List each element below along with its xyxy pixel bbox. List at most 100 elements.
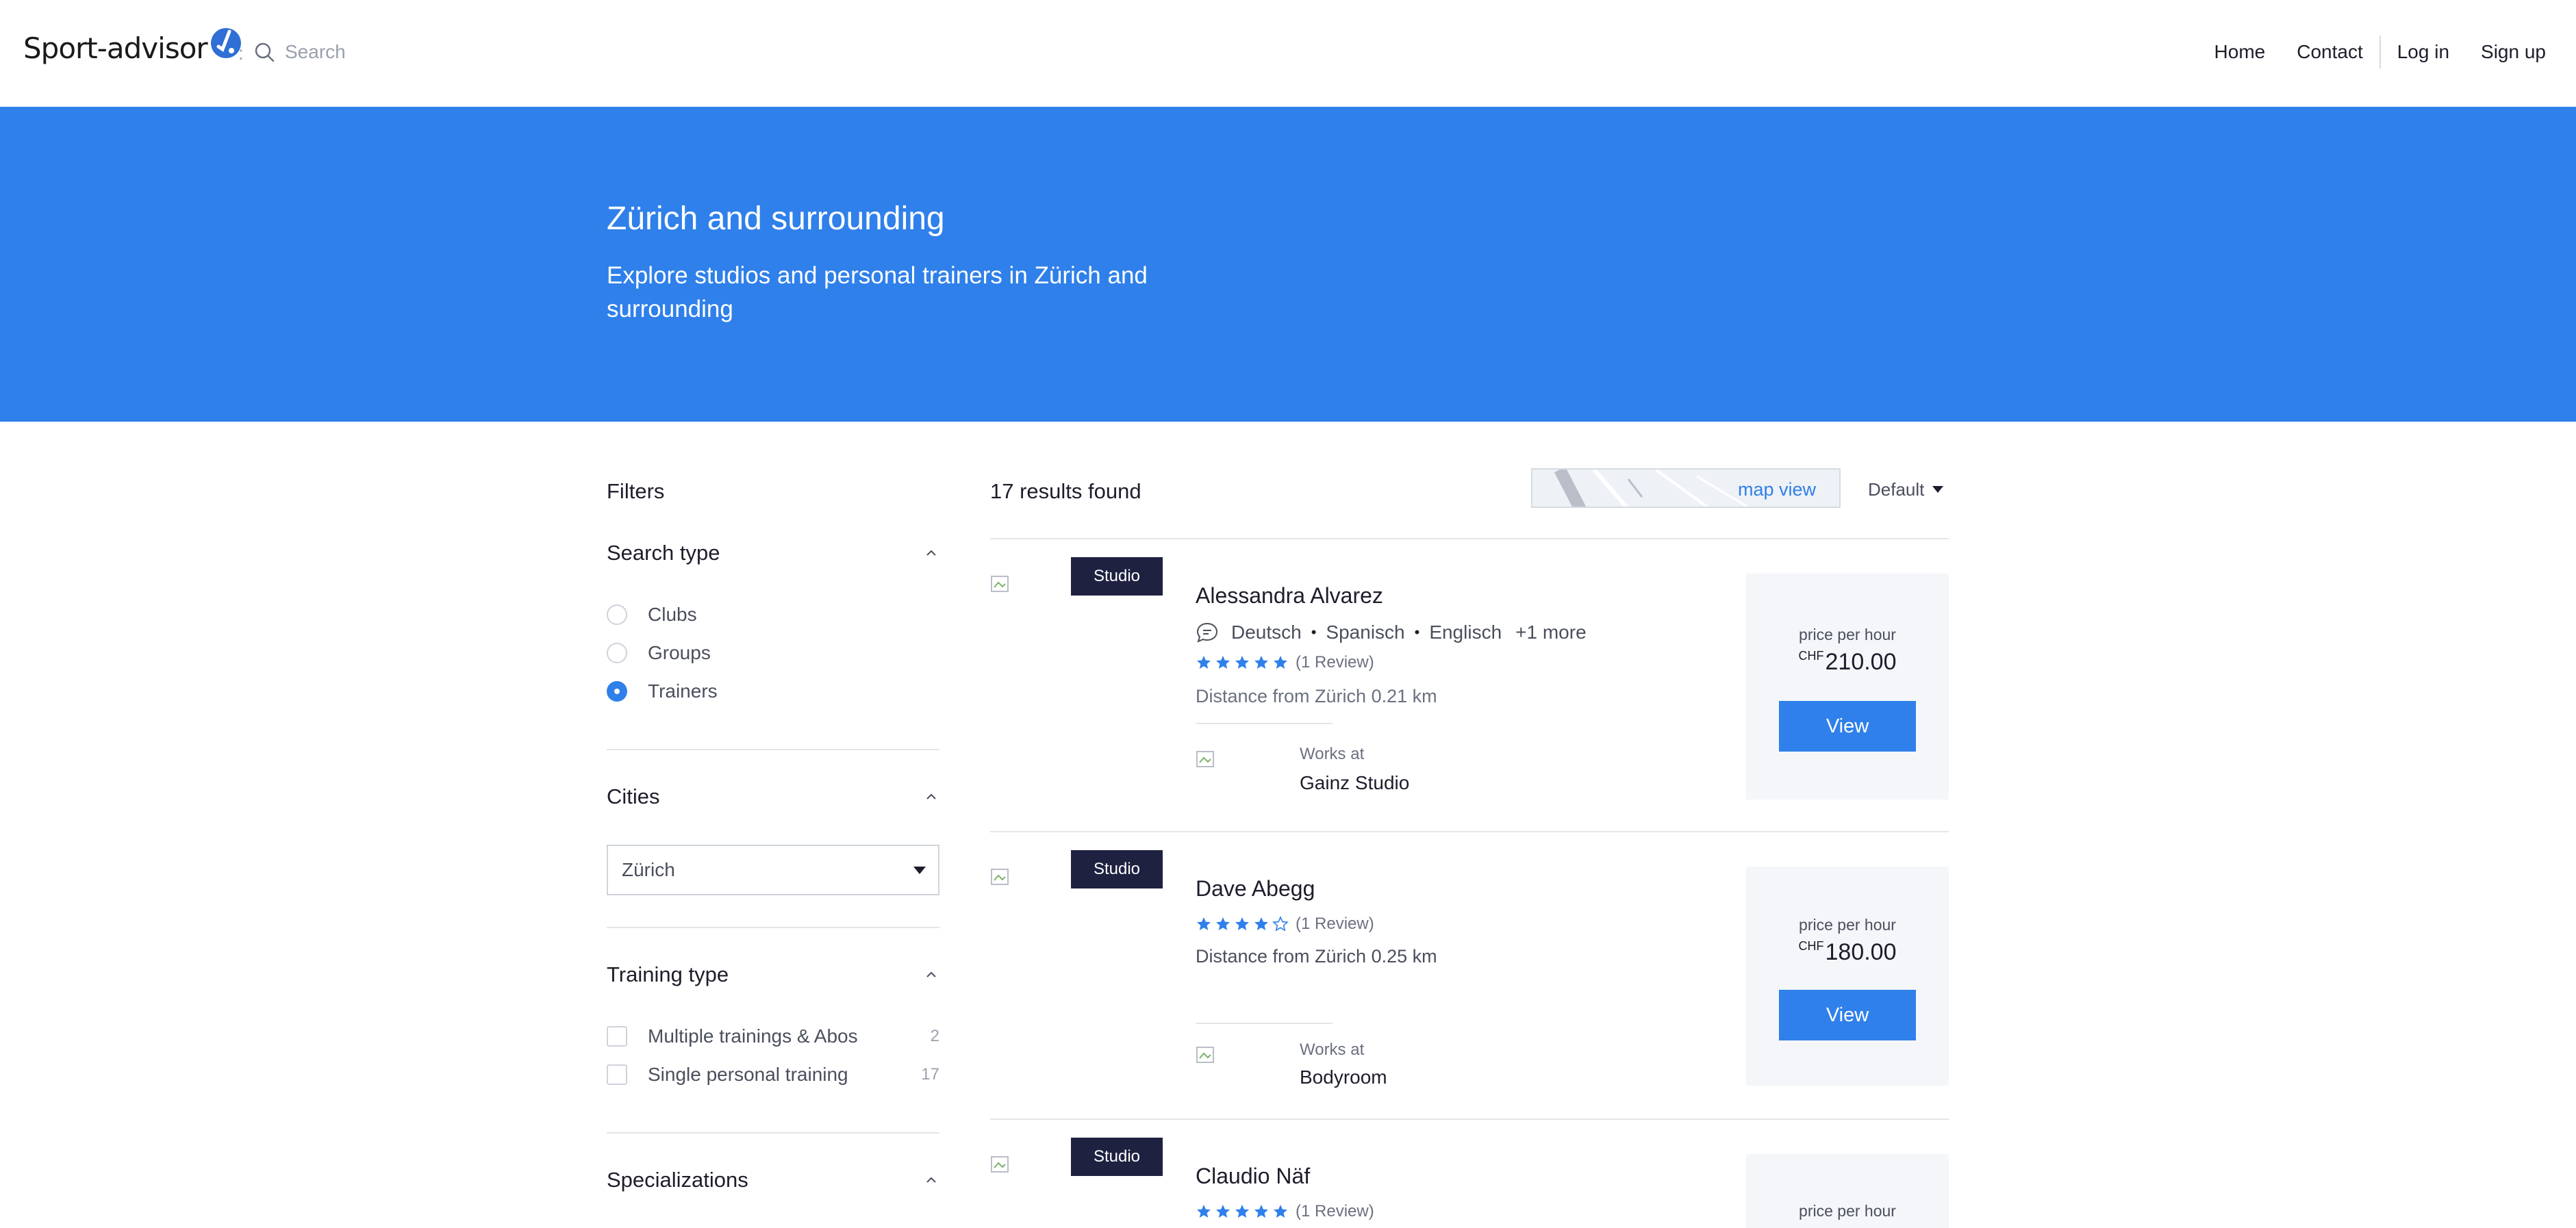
distance-text: Distance from Zürich 0.25 km	[1196, 946, 1437, 967]
search-input[interactable]	[285, 41, 572, 63]
search-bar	[253, 37, 596, 67]
page-subtitle: Explore studios and personal trainers in…	[607, 262, 1148, 322]
checkbox[interactable]	[607, 1026, 627, 1047]
works-at-studio[interactable]: Gainz Studio	[1300, 772, 1409, 794]
distance-text: Distance from Zürich 0.21 km	[1196, 686, 1437, 706]
results-divider	[990, 538, 1949, 539]
nav-signup-link[interactable]: Sign up	[2481, 41, 2546, 63]
option-label: Trainers	[648, 680, 718, 702]
card-divider	[990, 1118, 1949, 1120]
page-title: Zürich and surrounding	[607, 201, 945, 237]
chevron-up-icon	[926, 971, 936, 977]
caret-down-icon	[913, 867, 926, 874]
map-view-button[interactable]: map view	[1531, 468, 1841, 508]
option-count: 17	[921, 1065, 939, 1084]
star-empty-icon	[1272, 916, 1291, 932]
price-label: price per hour	[1799, 916, 1896, 934]
languages-more[interactable]: +1 more	[1515, 622, 1587, 643]
nav-login-link[interactable]: Log in	[2397, 41, 2449, 63]
trainer-name[interactable]: Alessandra Alvarez	[1196, 583, 1383, 609]
trainer-name[interactable]: Claudio Näf	[1196, 1164, 1310, 1189]
cities-title: Cities	[607, 784, 660, 808]
search-type-title: Search type	[607, 541, 720, 565]
price-value: CHF210.00	[1746, 649, 1949, 676]
sort-dropdown[interactable]: Default	[1868, 478, 1944, 501]
languages: Deutsch • Spanisch • Englisch +1 more	[1196, 620, 1587, 645]
filter-divider	[607, 749, 939, 750]
trainer-name[interactable]: Dave Abegg	[1196, 876, 1315, 901]
star-filled-icon	[1196, 654, 1215, 671]
broken-image-icon	[991, 869, 1009, 885]
radio-button-checked[interactable]	[607, 681, 627, 702]
option-label: Multiple trainings & Abos	[648, 1025, 858, 1047]
price-value: CHF180.00	[1746, 939, 1949, 966]
training-type-header[interactable]: Training type	[607, 962, 939, 990]
star-filled-icon	[1272, 654, 1291, 671]
logo-text: Sport-advisor	[23, 31, 208, 65]
star-filled-icon	[1253, 654, 1272, 671]
view-button[interactable]: View	[1779, 990, 1916, 1040]
training-type-option-multiple[interactable]: Multiple trainings & Abos 2	[607, 1024, 939, 1049]
star-filled-icon	[1196, 916, 1215, 932]
training-type-option-single[interactable]: Single personal training 17	[607, 1062, 939, 1087]
filter-divider	[607, 1132, 939, 1134]
specializations-title: Specializations	[607, 1168, 748, 1192]
currency: CHF	[1798, 649, 1824, 663]
filter-divider	[607, 927, 939, 928]
broken-image-icon	[991, 1156, 1009, 1173]
city-select[interactable]: Zürich	[607, 845, 939, 895]
training-type-title: Training type	[607, 962, 729, 986]
radio-button[interactable]	[607, 643, 627, 663]
checkbox[interactable]	[607, 1064, 627, 1085]
chevron-up-icon	[926, 1177, 936, 1183]
card-divider	[990, 831, 1949, 832]
logo[interactable]: Sport-advisor	[23, 27, 243, 68]
top-navbar: Sport-advisor : Home Contact Log in Sign…	[0, 0, 2576, 107]
star-filled-icon	[1215, 654, 1234, 671]
chat-icon	[1196, 622, 1218, 643]
star-rating: (1 Review)	[1196, 1202, 1374, 1221]
chevron-up-icon	[926, 793, 936, 800]
language-item: Englisch	[1429, 622, 1502, 643]
specializations-header[interactable]: Specializations	[607, 1168, 939, 1195]
star-filled-icon	[1234, 654, 1253, 671]
hero-banner: Zürich and surrounding Explore studios a…	[0, 107, 2576, 422]
price-amount: 210.00	[1825, 649, 1897, 675]
price-box: price per hour CHF210.00 View	[1746, 574, 1949, 800]
option-count: 2	[930, 1027, 939, 1045]
studio-tag: Studio	[1071, 1138, 1163, 1176]
search-type-option-groups[interactable]: Groups	[607, 641, 939, 665]
option-label: Groups	[648, 642, 711, 663]
cities-header[interactable]: Cities	[607, 784, 939, 812]
search-type-option-trainers[interactable]: Trainers	[607, 679, 939, 704]
review-count[interactable]: (1 Review)	[1296, 1202, 1374, 1221]
review-count[interactable]: (1 Review)	[1296, 914, 1374, 934]
review-count[interactable]: (1 Review)	[1296, 653, 1374, 672]
works-at-label: Works at	[1300, 745, 1365, 763]
option-label: Single personal training	[648, 1064, 848, 1085]
view-button[interactable]: View	[1779, 701, 1916, 752]
sort-label: Default	[1868, 478, 1925, 500]
works-at-studio[interactable]: Bodyroom	[1300, 1066, 1387, 1088]
star-filled-icon	[1215, 1203, 1234, 1220]
short-divider	[1196, 723, 1333, 724]
option-label: Clubs	[648, 604, 697, 625]
nav-contact-link[interactable]: Contact	[2297, 41, 2363, 63]
nav-home-link[interactable]: Home	[2214, 41, 2266, 63]
language-item: Spanisch	[1326, 622, 1405, 643]
broken-image-icon	[1196, 751, 1214, 767]
price-box: price per hour	[1746, 1154, 1949, 1228]
caret-down-icon	[1932, 486, 1944, 493]
nav-separator: :	[238, 42, 244, 64]
city-select-value: Zürich	[622, 859, 675, 880]
broken-image-icon	[1196, 1047, 1214, 1063]
dot-separator: •	[1311, 624, 1317, 641]
search-type-header[interactable]: Search type	[607, 541, 939, 568]
star-filled-icon	[1215, 916, 1234, 932]
short-divider	[1196, 1023, 1333, 1024]
star-rating: (1 Review)	[1196, 914, 1374, 934]
broken-image-icon	[991, 576, 1009, 592]
search-type-option-clubs[interactable]: Clubs	[607, 602, 939, 627]
radio-button[interactable]	[607, 604, 627, 625]
star-filled-icon	[1272, 1203, 1291, 1220]
